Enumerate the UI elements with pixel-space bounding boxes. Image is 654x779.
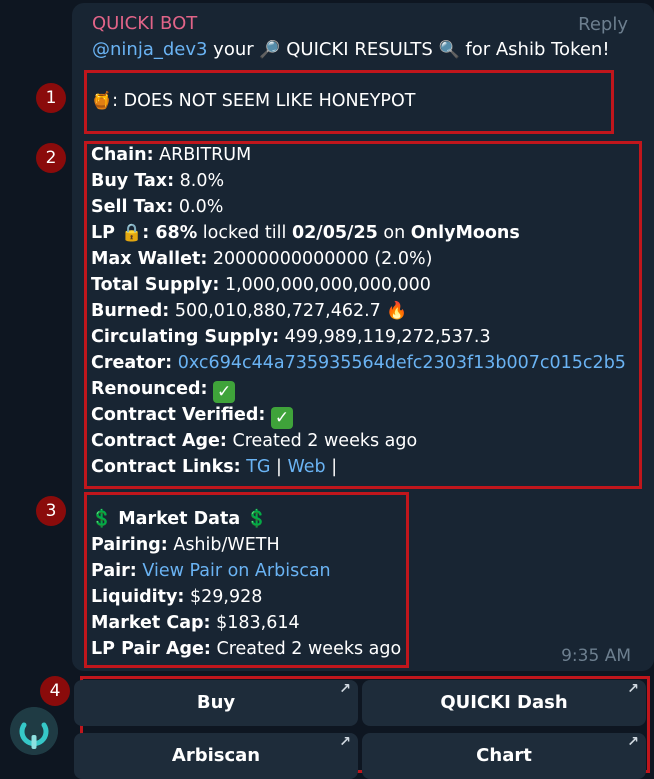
lp-pair-age-row: LP Pair Age: Created 2 weeks ago (91, 639, 401, 659)
chart-button-label: Chart (476, 745, 532, 766)
lp-date: 02/05/25 (291, 223, 378, 243)
contract-links-label: Contract Links: (91, 457, 241, 477)
bot-logo-icon (10, 707, 58, 755)
dollar-icon: 💲 (246, 509, 268, 529)
honeypot-line: 🍯: DOES NOT SEEM LIKE HONEYPOT (91, 91, 415, 111)
liquidity-label: Liquidity: (91, 587, 185, 607)
total-supply-label: Total Supply: (91, 275, 220, 295)
market-cap-label: Market Cap: (91, 613, 211, 633)
creator-address-link[interactable]: 0xc694c44a735935564defc2303f13b007c015c2… (178, 353, 626, 373)
lp-pair-age-value: Created 2 weeks ago (210, 639, 402, 659)
burned-label: Burned: (91, 301, 170, 321)
magnifier-icon: 🔎 (259, 40, 281, 60)
buy-tax-label: Buy Tax: (91, 171, 175, 191)
external-link-icon: ↗ (627, 681, 639, 697)
max-wallet-row: Max Wallet: 20000000000000 (2.0%) (91, 249, 432, 269)
sell-tax-label: Sell Tax: (91, 197, 174, 217)
annotation-marker-1: 1 (36, 83, 66, 113)
market-data-title: 💲 Market Data 💲 (91, 509, 267, 529)
quicki-dash-button-label: QUICKI Dash (440, 692, 568, 713)
max-wallet-label: Max Wallet: (91, 249, 208, 269)
lp-on-text: on (377, 223, 411, 243)
max-wallet-value: 20000000000000 (2.0%) (207, 249, 433, 269)
buy-tax-row: Buy Tax: 8.0% (91, 171, 224, 191)
burned-value: 500,010,880,727,462.7 (169, 301, 387, 321)
headline-text: QUICKI RESULTS (280, 39, 439, 60)
arbiscan-button-label: Arbiscan (171, 745, 261, 766)
tg-link[interactable]: TG (246, 457, 270, 477)
link-separator: | (325, 457, 338, 477)
pair-label: Pair: (91, 561, 137, 581)
sell-tax-value: 0.0% (173, 197, 224, 217)
headline-text: for Ashib Token! (459, 39, 610, 60)
total-supply-row: Total Supply: 1,000,000,000,000,000 (91, 275, 431, 295)
user-mention[interactable]: @ninja_dev3 (92, 39, 207, 60)
lock-icon: 🔒 (121, 223, 143, 243)
lp-platform: OnlyMoons (410, 223, 520, 243)
pairing-row: Pairing: Ashib/WETH (91, 535, 280, 555)
circulating-supply-row: Circulating Supply: 499,989,119,272,537.… (91, 327, 491, 347)
contract-age-row: Contract Age: Created 2 weeks ago (91, 431, 417, 451)
contract-age-label: Contract Age: (91, 431, 227, 451)
pair-row: Pair: View Pair on Arbiscan (91, 561, 331, 581)
annotation-marker-3: 3 (36, 496, 66, 526)
external-link-icon: ↗ (339, 681, 351, 697)
annotation-marker-4: 4 (40, 676, 70, 706)
market-cap-value: $183,614 (210, 613, 300, 633)
message-headline: @ninja_dev3 your 🔎 QUICKI RESULTS 🔍 for … (92, 39, 610, 60)
sender-name[interactable]: QUICKI BOT (92, 13, 197, 34)
honey-pot-icon: 🍯 (91, 91, 113, 111)
market-data-title-text: Market Data (112, 509, 247, 529)
contract-verified-row: Contract Verified: ✓ (91, 405, 293, 429)
renounced-row: Renounced: ✓ (91, 379, 236, 403)
liquidity-row: Liquidity: $29,928 (91, 587, 262, 607)
creator-row: Creator: 0xc694c44a735935564defc2303f13b… (91, 353, 626, 373)
circulating-supply-value: 499,989,119,272,537.3 (279, 327, 491, 347)
chain-value: ARBITRUM (153, 145, 252, 165)
buy-button-label: Buy (196, 692, 236, 713)
check-mark-icon: ✓ (271, 407, 293, 429)
total-supply-value: 1,000,000,000,000,000 (219, 275, 431, 295)
circulating-supply-label: Circulating Supply: (91, 327, 280, 347)
lp-locked-text: locked till (197, 223, 292, 243)
annotation-marker-2: 2 (36, 143, 66, 173)
reply-button[interactable]: Reply (578, 14, 628, 35)
dollar-icon: 💲 (91, 509, 113, 529)
message-time: 9:35 AM (561, 646, 631, 666)
honeypot-text: : DOES NOT SEEM LIKE HONEYPOT (112, 91, 416, 111)
contract-links-row: Contract Links: TG | Web | (91, 457, 337, 477)
contract-verified-label: Contract Verified: (91, 405, 266, 425)
lp-label: LP (91, 223, 122, 243)
chart-button[interactable]: Chart ↗ (362, 733, 646, 779)
quicki-dash-button[interactable]: QUICKI Dash ↗ (362, 680, 646, 726)
lp-row: LP 🔒: 68% locked till 02/05/25 on OnlyMo… (91, 223, 520, 243)
external-link-icon: ↗ (627, 734, 639, 750)
liquidity-value: $29,928 (184, 587, 263, 607)
arbiscan-button[interactable]: Arbiscan ↗ (74, 733, 358, 779)
web-link[interactable]: Web (288, 457, 326, 477)
burned-row: Burned: 500,010,880,727,462.7 🔥 (91, 301, 408, 321)
renounced-label: Renounced: (91, 379, 208, 399)
check-mark-icon: ✓ (213, 381, 236, 403)
bot-avatar[interactable] (10, 707, 58, 755)
link-separator: | (270, 457, 288, 477)
market-cap-row: Market Cap: $183,614 (91, 613, 300, 633)
headline-text: your (207, 39, 260, 60)
chain-row: Chain: ARBITRUM (91, 145, 251, 165)
chain-label: Chain: (91, 145, 154, 165)
external-link-icon: ↗ (339, 734, 351, 750)
view-pair-link[interactable]: View Pair on Arbiscan (142, 561, 330, 581)
pairing-value: Ashib/WETH (167, 535, 280, 555)
buy-button[interactable]: Buy ↗ (74, 680, 358, 726)
sell-tax-row: Sell Tax: 0.0% (91, 197, 223, 217)
lp-pair-age-label: LP Pair Age: (91, 639, 211, 659)
contract-age-value: Created 2 weeks ago (226, 431, 418, 451)
creator-label: Creator: (91, 353, 173, 373)
pairing-label: Pairing: (91, 535, 168, 555)
lp-percent: 68% (149, 223, 198, 243)
magnifier-icon: 🔍 (438, 40, 460, 60)
buy-tax-value: 8.0% (174, 171, 225, 191)
fire-icon: 🔥 (386, 301, 408, 321)
